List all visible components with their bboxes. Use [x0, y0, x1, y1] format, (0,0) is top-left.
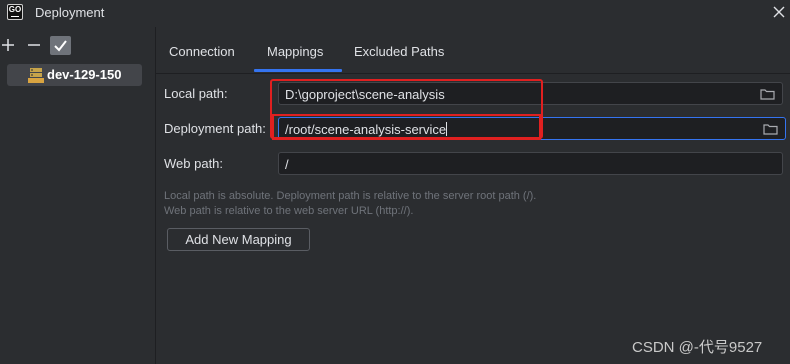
server-item[interactable]: dev-129-150	[7, 64, 142, 86]
sftp-server-icon	[28, 68, 44, 83]
server-label: dev-129-150	[47, 67, 122, 82]
server-list-panel: dev-129-150	[0, 27, 156, 364]
deployment-path-label: Deployment path:	[164, 121, 266, 136]
window-title: Deployment	[35, 5, 105, 20]
local-path-label: Local path:	[164, 86, 228, 101]
web-path-label: Web path:	[164, 156, 224, 171]
selected-tab-indicator	[254, 69, 342, 72]
tab-excluded-paths[interactable]: Excluded Paths	[354, 44, 444, 59]
tab-mappings[interactable]: Mappings	[267, 44, 323, 59]
tab-bar: Connection Mappings Excluded Paths	[156, 27, 790, 74]
goland-app-icon: GO	[7, 4, 23, 20]
path-hint-line-2: Web path is relative to the web server U…	[164, 205, 414, 217]
folder-icon[interactable]	[760, 88, 775, 100]
web-path-field[interactable]: /	[278, 152, 783, 175]
add-new-mapping-button[interactable]: Add New Mapping	[167, 228, 310, 251]
close-icon[interactable]	[772, 5, 786, 19]
tab-connection[interactable]: Connection	[169, 44, 235, 59]
web-path-value: /	[285, 157, 289, 172]
path-hint-line-1: Local path is absolute. Deployment path …	[164, 190, 537, 202]
title-bar: GO Deployment	[0, 0, 790, 27]
folder-icon[interactable]	[763, 123, 778, 135]
annotation-highlight-box-inner	[272, 114, 541, 140]
checkmark-icon[interactable]	[50, 36, 71, 55]
plus-icon[interactable]	[0, 36, 17, 54]
minus-icon[interactable]	[25, 36, 43, 54]
watermark: CSDN @-代号9527	[632, 339, 763, 356]
